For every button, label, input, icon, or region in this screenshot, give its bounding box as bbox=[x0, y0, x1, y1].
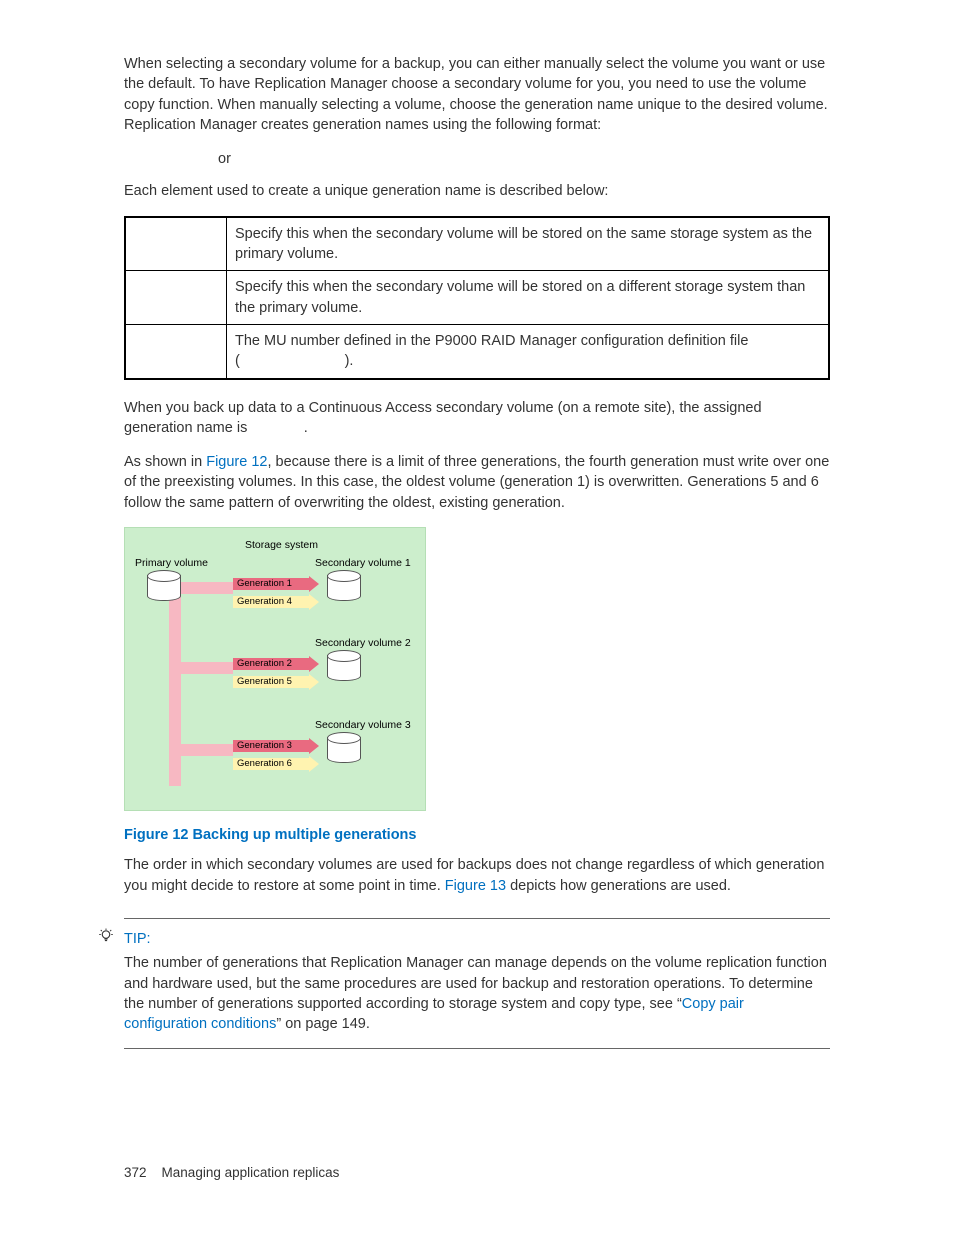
primary-volume-label: Primary volume bbox=[135, 556, 208, 571]
row3-pre: The MU number defined in the P9000 RAID … bbox=[235, 333, 748, 369]
continuous-access-paragraph: When you back up data to a Continuous Ac… bbox=[124, 398, 830, 439]
table-desc-cell: Specify this when the secondary volume w… bbox=[227, 217, 830, 271]
order-paragraph: The order in which secondary volumes are… bbox=[124, 855, 830, 896]
para4-pre: As shown in bbox=[124, 454, 206, 470]
sv1-label: Secondary volume 1 bbox=[315, 556, 411, 571]
table-row: Specify this when the secondary volume w… bbox=[125, 217, 829, 271]
para3-pre: When you back up data to a Continuous Ac… bbox=[124, 400, 762, 436]
tip-block: TIP: The number of generations that Repl… bbox=[124, 918, 830, 1049]
storage-system-label: Storage system bbox=[245, 538, 318, 553]
gen1-text: Generation 1 bbox=[237, 577, 292, 590]
para3-post: . bbox=[304, 420, 308, 436]
primary-volume-icon bbox=[147, 570, 179, 600]
page-title: Managing application replicas bbox=[162, 1165, 340, 1180]
table-desc-cell: The MU number defined in the P9000 RAID … bbox=[227, 324, 830, 378]
sv3-label: Secondary volume 3 bbox=[315, 718, 411, 733]
gen6-text: Generation 6 bbox=[237, 757, 292, 770]
table-row: The MU number defined in the P9000 RAID … bbox=[125, 324, 829, 378]
pink-branch-2 bbox=[169, 662, 233, 674]
page-number: 372 bbox=[124, 1165, 147, 1180]
table-key-cell bbox=[125, 324, 227, 378]
gen4-arrow: Generation 4 bbox=[233, 594, 319, 610]
table-key-cell bbox=[125, 271, 227, 325]
row3-post: ). bbox=[345, 353, 354, 369]
secondary-volume-1-icon bbox=[327, 570, 359, 600]
page-footer: 372 Managing application replicas bbox=[124, 1164, 339, 1183]
generation-name-table: Specify this when the secondary volume w… bbox=[124, 216, 830, 380]
figure12-ref-paragraph: As shown in Figure 12, because there is … bbox=[124, 452, 830, 513]
gen2-text: Generation 2 bbox=[237, 657, 292, 670]
para5-post: depicts how generations are used. bbox=[506, 878, 731, 894]
tip-body-post: ” on page 149. bbox=[276, 1016, 370, 1032]
table-desc-cell: Specify this when the secondary volume w… bbox=[227, 271, 830, 325]
gen5-arrow: Generation 5 bbox=[233, 674, 319, 690]
generations-diagram: Storage system Primary volume Secondary … bbox=[124, 527, 426, 811]
table-row: Specify this when the secondary volume w… bbox=[125, 271, 829, 325]
gen3-text: Generation 3 bbox=[237, 739, 292, 752]
pink-branch-3 bbox=[169, 744, 233, 756]
gen5-text: Generation 5 bbox=[237, 675, 292, 688]
secondary-volume-2-icon bbox=[327, 650, 359, 680]
gen1-arrow: Generation 1 bbox=[233, 576, 319, 592]
or-separator: or bbox=[124, 149, 830, 169]
lightbulb-icon bbox=[97, 927, 115, 945]
figure-13-link[interactable]: Figure 13 bbox=[445, 878, 506, 894]
gen6-arrow: Generation 6 bbox=[233, 756, 319, 772]
sv2-label: Secondary volume 2 bbox=[315, 636, 411, 651]
gen4-text: Generation 4 bbox=[237, 595, 292, 608]
tip-body: The number of generations that Replicati… bbox=[124, 953, 830, 1034]
intro-paragraph: When selecting a secondary volume for a … bbox=[124, 54, 830, 135]
figure-12-link[interactable]: Figure 12 bbox=[206, 454, 267, 470]
tip-label: TIP: bbox=[124, 929, 830, 949]
element-desc-paragraph: Each element used to create a unique gen… bbox=[124, 181, 830, 201]
gen3-arrow: Generation 3 bbox=[233, 738, 319, 754]
figure-12-caption: Figure 12 Backing up multiple generation… bbox=[124, 825, 830, 845]
gen2-arrow: Generation 2 bbox=[233, 656, 319, 672]
secondary-volume-3-icon bbox=[327, 732, 359, 762]
table-key-cell bbox=[125, 217, 227, 271]
